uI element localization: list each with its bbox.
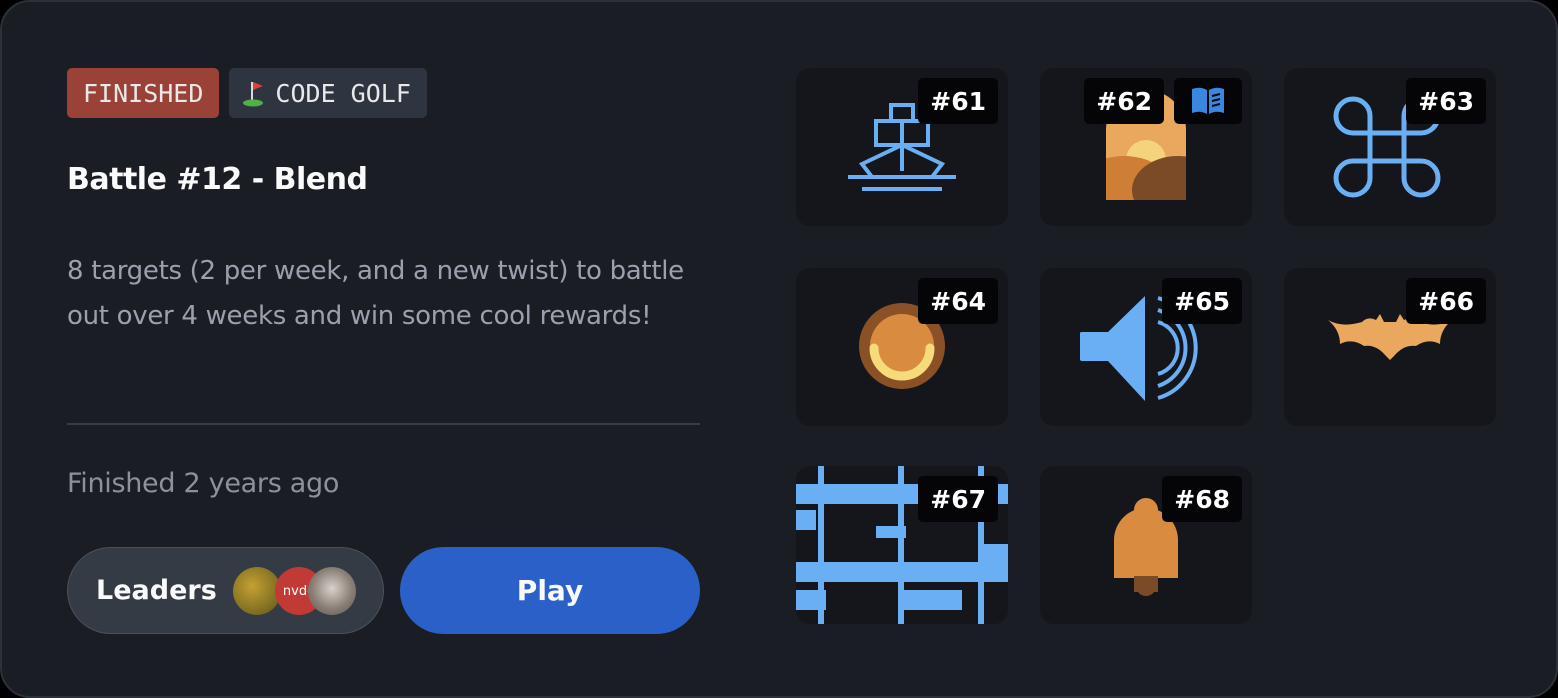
target-number: #64	[918, 278, 998, 324]
category-label: CODE GOLF	[275, 78, 411, 108]
target-tile-62[interactable]: #62	[1040, 68, 1252, 226]
target-tile-67[interactable]: #67	[796, 466, 1008, 624]
play-button[interactable]: Play	[400, 547, 700, 634]
battle-description: 8 targets (2 per week, and a new twist) …	[67, 256, 684, 331]
avatar	[308, 567, 356, 615]
tag-row: FINISHED CODE GOLF	[67, 68, 427, 118]
target-tile-68[interactable]: #68	[1040, 466, 1252, 624]
target-number: #65	[1162, 278, 1242, 324]
target-number: #66	[1406, 278, 1486, 324]
status-badge: FINISHED	[67, 68, 220, 118]
target-tile-64[interactable]: #64	[796, 268, 1008, 426]
avatar	[233, 567, 281, 615]
battle-title: Battle #12 - Blend	[67, 162, 368, 197]
target-tile-65[interactable]: #65	[1040, 268, 1252, 426]
leaders-label: Leaders	[96, 575, 217, 606]
target-number: #62	[1084, 78, 1164, 124]
target-number: #67	[918, 476, 998, 522]
target-tile-66[interactable]: #66	[1284, 268, 1496, 426]
target-number: #61	[918, 78, 998, 124]
target-number: #63	[1406, 78, 1486, 124]
divider	[67, 423, 700, 425]
finished-status: Finished 2 years ago	[67, 468, 340, 499]
leader-avatars: nvdo	[233, 567, 363, 615]
leaders-button[interactable]: Leaders nvdo	[67, 547, 384, 634]
book-icon[interactable]	[1174, 78, 1242, 124]
target-tile-61[interactable]: #61	[796, 68, 1008, 226]
target-number: #68	[1162, 476, 1242, 522]
golf-flag-icon	[243, 82, 264, 107]
category-badge: CODE GOLF	[229, 68, 427, 118]
battle-card: FINISHED CODE GOLF Battle #12 - Blend 8 …	[0, 0, 1558, 698]
target-tile-63[interactable]: #63	[1284, 68, 1496, 226]
